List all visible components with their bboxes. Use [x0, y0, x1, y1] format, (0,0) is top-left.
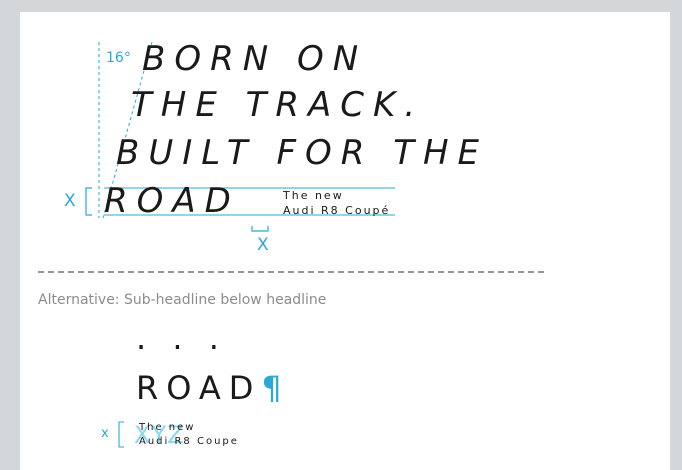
gap-bracket [251, 226, 269, 232]
subheadline-line-1: The new [283, 189, 344, 202]
x-height-bracket [85, 187, 92, 216]
alt-road: ROAD¶ [136, 372, 282, 404]
alt-x-bracket [118, 421, 124, 448]
headline-line-3: BUILT FOR THE [116, 133, 489, 173]
x-height-label: X [64, 191, 76, 211]
angle-label: 16° [106, 50, 131, 66]
headline-line-4: ROAD [104, 181, 240, 221]
pilcrow-mark: ¶ [261, 369, 282, 407]
alt-road-text: ROAD [136, 369, 262, 407]
headline-line-1: BORN ON [142, 39, 368, 79]
alt-sub-line-1: The new [139, 422, 196, 433]
alternative-caption: Alternative: Sub-headline below headline [38, 292, 327, 308]
alt-ellipsis: . . . [136, 319, 227, 357]
gap-label: X [257, 235, 269, 255]
alt-x-label: x [101, 426, 109, 441]
alt-sub-line-2: Audi R8 Coupe [139, 436, 239, 447]
headline-line-2: THE TRACK. [131, 85, 425, 125]
subheadline-line-2: Audi R8 Coupé [283, 204, 391, 217]
